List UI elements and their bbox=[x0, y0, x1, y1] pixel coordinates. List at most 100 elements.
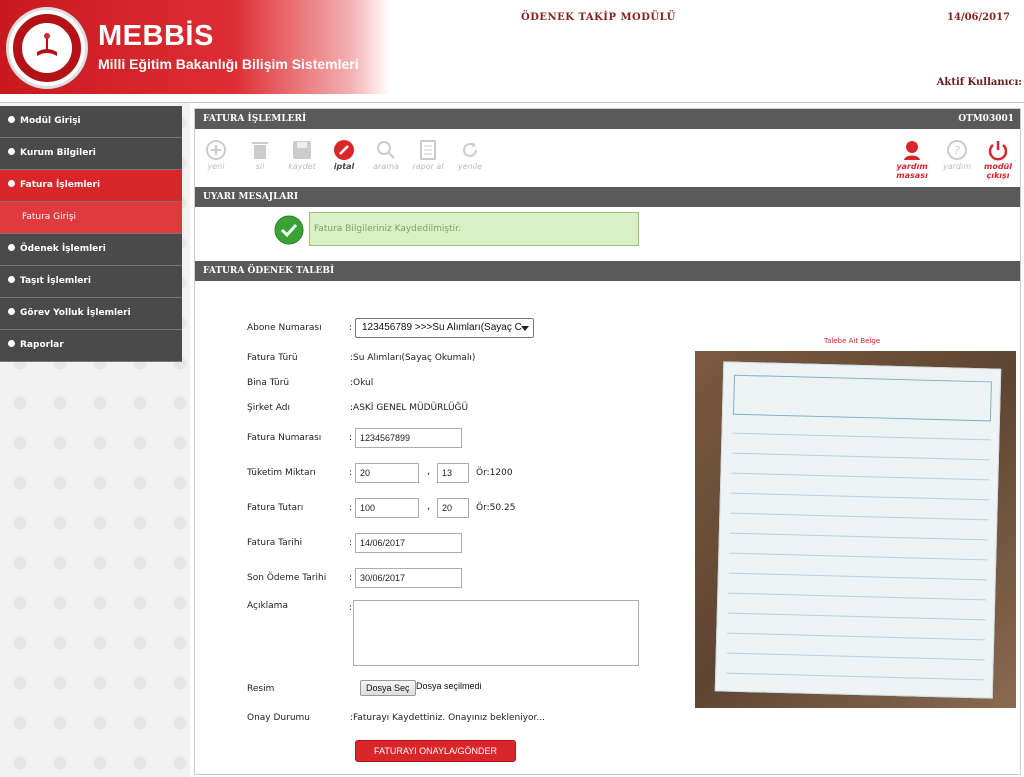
sidebar-item-label: Fatura İşlemleri bbox=[20, 180, 101, 190]
invoice-photo bbox=[695, 351, 1016, 708]
fatura-turu-label: Fatura Türü bbox=[247, 353, 298, 363]
sidebar-item-modul-girisi[interactable]: Modül Girişi bbox=[0, 106, 182, 138]
form-section-bar: FATURA ÖDENEK TALEBİ bbox=[195, 261, 1020, 281]
page-title-bar: FATURA İŞLEMLERİ OTM03001 bbox=[195, 109, 1020, 129]
tutar-label: Fatura Tutarı bbox=[247, 503, 304, 513]
colon: : bbox=[349, 468, 353, 478]
colon: : bbox=[349, 538, 353, 548]
bullet-icon bbox=[8, 148, 15, 155]
header: MEBBİS Milli Eğitim Bakanlığı Bilişim Si… bbox=[0, 0, 1024, 103]
colon: : bbox=[349, 323, 353, 333]
sidebar-item-odenek-islemleri[interactable]: Ödenek İşlemleri bbox=[0, 234, 182, 266]
help-desk-button[interactable]: yardım masası bbox=[895, 139, 929, 180]
sidebar-item-label: Raporlar bbox=[20, 340, 64, 350]
bullet-icon bbox=[8, 116, 15, 123]
bullet-icon bbox=[8, 276, 15, 283]
tutar-example: Ör:50.25 bbox=[476, 503, 516, 513]
sidebar-item-raporlar[interactable]: Raporlar bbox=[0, 330, 182, 362]
fatura-no-input[interactable]: 1234567899 bbox=[355, 428, 462, 448]
invoice-receipt-image bbox=[714, 361, 1002, 699]
plus-circle-icon bbox=[206, 140, 226, 160]
refresh-icon bbox=[463, 142, 477, 157]
fatura-turu-value: :Su Alımları(Sayaç Okumalı) bbox=[350, 353, 476, 363]
file-choose-button[interactable]: Dosya Seç bbox=[360, 680, 416, 696]
svg-text:?: ? bbox=[954, 144, 960, 157]
main-panel: FATURA İŞLEMLERİ OTM03001 yeni sil kayde… bbox=[194, 108, 1021, 775]
tutar-dec-input[interactable]: 20 bbox=[437, 498, 469, 518]
cancel-circle-icon bbox=[334, 140, 354, 160]
save-button[interactable]: kaydet bbox=[285, 139, 319, 171]
abone-select[interactable]: 123456789 >>>Su Alımları(Sayaç C bbox=[355, 318, 534, 338]
ministry-logo bbox=[6, 7, 88, 89]
sidebar-item-fatura-girisi[interactable]: Fatura Girişi bbox=[0, 202, 182, 234]
torch-book-icon bbox=[37, 33, 57, 56]
cancel-button[interactable]: iptal bbox=[327, 139, 361, 171]
active-user-label: Aktif Kullanıcı: bbox=[936, 77, 1022, 88]
search-icon bbox=[377, 141, 395, 159]
logout-button[interactable]: modül çıkışı bbox=[981, 139, 1015, 180]
bina-turu-value: :Okul bbox=[350, 378, 374, 388]
tuketim-dec-input[interactable]: 13 bbox=[437, 463, 469, 483]
headset-icon bbox=[904, 141, 920, 160]
search-button[interactable]: arama bbox=[369, 139, 403, 171]
checkmark-icon bbox=[274, 215, 304, 245]
sidebar-item-tasit-islemleri[interactable]: Taşıt İşlemleri bbox=[0, 266, 182, 298]
sidebar-menu: Modül Girişi Kurum Bilgileri Fatura İşle… bbox=[0, 106, 182, 362]
chevron-down-icon bbox=[521, 326, 529, 331]
comma: , bbox=[427, 501, 431, 512]
sidebar-item-fatura-islemleri[interactable]: Fatura İşlemleri bbox=[0, 170, 182, 202]
colon: : bbox=[349, 603, 353, 613]
son-odeme-input[interactable]: 30/06/2017 bbox=[355, 568, 462, 588]
success-message: Fatura Bilgileriniz Kaydedilmiştir. bbox=[309, 212, 639, 246]
sidebar-item-label: Fatura Girişi bbox=[22, 212, 77, 222]
tarih-label: Fatura Tarihi bbox=[247, 538, 303, 548]
brand-title: MEBBİS bbox=[98, 20, 214, 52]
toolbar: yeni sil kaydet iptal arama rapor al yen… bbox=[195, 131, 1020, 180]
delete-button[interactable]: sil bbox=[243, 139, 277, 171]
sirket-label: Şirket Adı bbox=[247, 403, 290, 413]
aciklama-label: Açıklama bbox=[247, 601, 288, 611]
form-title: FATURA ÖDENEK TALEBİ bbox=[203, 266, 335, 276]
power-icon bbox=[988, 141, 1008, 161]
colon: : bbox=[349, 503, 353, 513]
aciklama-textarea[interactable] bbox=[353, 600, 639, 666]
bullet-icon bbox=[8, 244, 15, 251]
sidebar-item-label: Modül Girişi bbox=[20, 116, 81, 126]
sidebar-item-kurum-bilgileri[interactable]: Kurum Bilgileri bbox=[0, 138, 182, 170]
refresh-button[interactable]: yenile bbox=[453, 139, 487, 171]
tuketim-example: Ör:1200 bbox=[476, 468, 513, 478]
sidebar-item-label: Taşıt İşlemleri bbox=[20, 276, 91, 286]
page-title: FATURA İŞLEMLERİ bbox=[203, 114, 307, 124]
help-button[interactable]: ? yardım bbox=[940, 139, 974, 171]
fatura-no-label: Fatura Numarası bbox=[247, 433, 322, 443]
sirket-value: :ASKİ GENEL MÜDÜRLÜĞÜ bbox=[350, 403, 469, 413]
tuketim-label: Tüketim Miktarı bbox=[247, 468, 316, 478]
colon: : bbox=[349, 433, 353, 443]
sidebar-item-gorev-yolluk[interactable]: Görev Yolluk İşlemleri bbox=[0, 298, 182, 330]
trash-icon bbox=[252, 142, 268, 159]
warnings-title: UYARI MESAJLARI bbox=[203, 192, 299, 202]
sidebar-item-label: Ödenek İşlemleri bbox=[20, 244, 106, 254]
file-status: Dosya seçilmedi bbox=[416, 681, 482, 691]
bullet-icon bbox=[8, 340, 15, 347]
submit-button[interactable]: FATURAYI ONAYLA/GÖNDER bbox=[355, 740, 516, 762]
son-odeme-label: Son Ödeme Tarihi bbox=[247, 573, 327, 583]
resim-label: Resim bbox=[247, 684, 275, 694]
tuketim-int-input[interactable]: 20 bbox=[355, 463, 419, 483]
report-button[interactable]: rapor al bbox=[411, 139, 445, 171]
onay-value: :Faturayı Kaydettiniz. Onayınız bekleniy… bbox=[350, 713, 545, 723]
sidebar: Modül Girişi Kurum Bilgileri Fatura İşle… bbox=[0, 103, 190, 777]
floppy-disk-icon bbox=[293, 141, 311, 159]
brand-subtitle: Milli Eğitim Bakanlığı Bilişim Sistemler… bbox=[98, 56, 359, 72]
tutar-int-input[interactable]: 100 bbox=[355, 498, 419, 518]
fatura-tarihi-input[interactable]: 14/06/2017 bbox=[355, 533, 462, 553]
brand-banner: MEBBİS Milli Eğitim Bakanlığı Bilişim Si… bbox=[0, 0, 390, 94]
bullet-icon bbox=[8, 308, 15, 315]
question-circle-icon: ? bbox=[947, 140, 967, 160]
sidebar-item-label: Kurum Bilgileri bbox=[20, 148, 96, 158]
abone-label: Abone Numarası bbox=[247, 323, 322, 333]
header-date: 14/06/2017 bbox=[947, 12, 1010, 23]
new-button[interactable]: yeni bbox=[199, 139, 233, 171]
sidebar-item-label: Görev Yolluk İşlemleri bbox=[20, 308, 131, 318]
comma: , bbox=[427, 466, 431, 477]
